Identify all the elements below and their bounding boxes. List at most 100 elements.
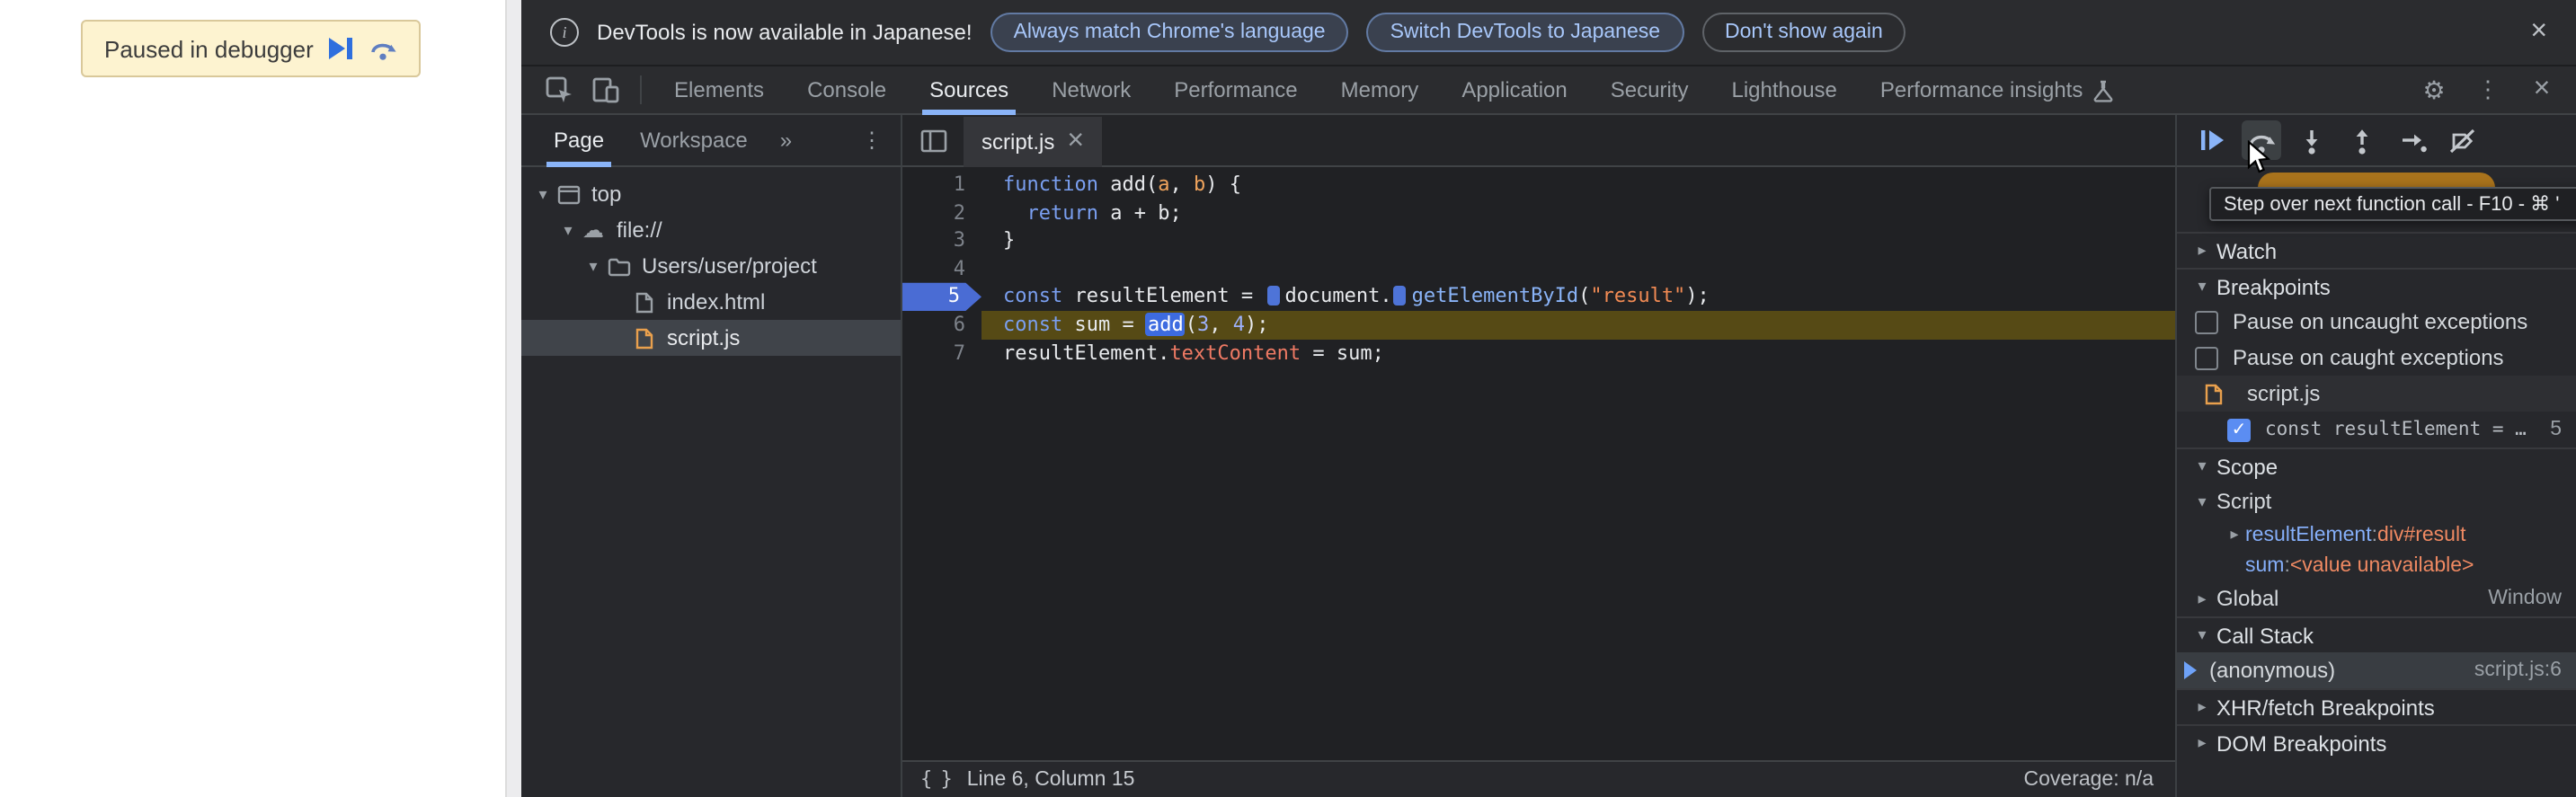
resume-script-icon[interactable] bbox=[329, 38, 353, 59]
navigator-menu-icon[interactable] bbox=[861, 128, 901, 153]
chevron-right-icon[interactable] bbox=[2224, 525, 2245, 545]
code-line-5[interactable]: const resultElement = document. getElemen… bbox=[982, 283, 2175, 311]
navigator-tab-workspace[interactable]: Workspace bbox=[626, 114, 762, 166]
more-options-icon[interactable] bbox=[2465, 66, 2511, 114]
call-stack-frame-current[interactable]: (anonymous) script.js:6 bbox=[2177, 652, 2576, 688]
page-scrollbar[interactable] bbox=[505, 0, 521, 797]
tree-item-file-scheme[interactable]: file:// bbox=[521, 212, 901, 248]
scope-var-resultelement[interactable]: resultElement : div#result bbox=[2177, 519, 2576, 550]
chevron-down-icon[interactable] bbox=[582, 256, 604, 276]
step-over-icon[interactable] bbox=[2242, 120, 2281, 160]
code-token: 3 bbox=[1196, 312, 1210, 336]
tab-security[interactable]: Security bbox=[1589, 66, 1710, 114]
device-toolbar-icon[interactable] bbox=[582, 66, 629, 114]
var-value: div#result bbox=[2377, 524, 2466, 545]
inspect-icon[interactable] bbox=[536, 66, 582, 114]
code-line-1[interactable]: function add(a, b) { bbox=[982, 171, 2175, 199]
always-match-language-button[interactable]: Always match Chrome's language bbox=[990, 13, 1349, 52]
tab-sources[interactable]: Sources bbox=[908, 66, 1030, 114]
code-token: textContent bbox=[1169, 341, 1301, 365]
var-name: sum bbox=[2245, 554, 2285, 576]
more-tabs-icon[interactable] bbox=[769, 128, 803, 153]
code-line-6-paused[interactable]: const sum = add (3, 4); bbox=[982, 310, 2175, 340]
pause-uncaught-exceptions-row[interactable]: Pause on uncaught exceptions bbox=[2177, 304, 2576, 340]
debugger-toolbar bbox=[2175, 115, 2576, 167]
chevron-down-icon[interactable] bbox=[532, 184, 554, 204]
gutter-line-6[interactable]: 6 bbox=[902, 311, 982, 339]
scope-global-group[interactable]: Global Window bbox=[2177, 580, 2576, 616]
dom-breakpoints-title: DOM Breakpoints bbox=[2216, 731, 2387, 756]
chevron-right-icon bbox=[2191, 697, 2213, 717]
devtools-close-icon[interactable] bbox=[2518, 66, 2565, 114]
gutter-line-5-breakpoint[interactable]: 5 bbox=[902, 282, 982, 311]
tree-item-indexhtml[interactable]: index.html bbox=[521, 284, 901, 320]
resume-icon[interactable] bbox=[2191, 120, 2231, 160]
tab-performance[interactable]: Performance bbox=[1152, 66, 1319, 114]
tab-network[interactable]: Network bbox=[1030, 66, 1152, 114]
tab-application[interactable]: Application bbox=[1440, 66, 1588, 114]
gutter-line-7[interactable]: 7 bbox=[902, 339, 982, 367]
breakpoints-section-header[interactable]: Breakpoints bbox=[2177, 268, 2576, 304]
pause-uncaught-checkbox[interactable] bbox=[2195, 310, 2218, 333]
editor-tab-close-icon[interactable] bbox=[1067, 125, 1084, 157]
code-token: ( bbox=[1185, 312, 1197, 336]
pretty-print-icon[interactable] bbox=[920, 768, 951, 792]
code-line-2[interactable]: return a + b; bbox=[982, 199, 2175, 226]
code-line-4[interactable] bbox=[982, 255, 2175, 283]
watch-section-title: Watch bbox=[2216, 238, 2278, 263]
step-out-icon[interactable] bbox=[2342, 120, 2382, 160]
switch-devtools-japanese-button[interactable]: Switch DevTools to Japanese bbox=[1366, 13, 1684, 52]
tree-item-scriptjs[interactable]: script.js bbox=[521, 320, 901, 356]
watch-section-header[interactable]: Watch bbox=[2177, 232, 2576, 268]
code-line-7[interactable]: resultElement.textContent = sum; bbox=[982, 339, 2175, 367]
scope-var-sum[interactable]: sum : <value unavailable> bbox=[2177, 550, 2576, 580]
code-line-3[interactable]: } bbox=[982, 226, 2175, 254]
breakpoint-line-number: 5 bbox=[2550, 419, 2562, 440]
flask-icon bbox=[2092, 78, 2113, 102]
tab-console[interactable]: Console bbox=[786, 66, 908, 114]
breakpoint-entry[interactable]: const resultElement = doc… 5 bbox=[2177, 412, 2576, 447]
scope-section-header[interactable]: Scope bbox=[2177, 447, 2576, 483]
frame-icon bbox=[554, 184, 582, 204]
inline-breakpoint-chip-icon[interactable] bbox=[1393, 286, 1407, 306]
step-into-icon[interactable] bbox=[2292, 120, 2332, 160]
inline-breakpoint-chip-icon[interactable] bbox=[1266, 286, 1280, 306]
devtools-infobar: DevTools is now available in Japanese! A… bbox=[521, 0, 2576, 66]
tree-item-project-folder[interactable]: Users/user/project bbox=[521, 248, 901, 284]
step-icon[interactable] bbox=[2393, 120, 2432, 160]
call-stack-section-header[interactable]: Call Stack bbox=[2177, 616, 2576, 652]
code-token: function bbox=[1003, 173, 1098, 196]
pause-caught-checkbox[interactable] bbox=[2195, 346, 2218, 369]
toggle-navigator-icon[interactable] bbox=[913, 120, 953, 160]
navigator-tab-page[interactable]: Page bbox=[539, 114, 618, 166]
breakpoint-checkbox-checked[interactable] bbox=[2227, 418, 2251, 441]
code-token: 4 bbox=[1232, 312, 1245, 336]
xhr-breakpoints-section-header[interactable]: XHR/fetch Breakpoints bbox=[2177, 688, 2576, 724]
pause-caught-exceptions-row[interactable]: Pause on caught exceptions bbox=[2177, 340, 2576, 376]
scope-script-group[interactable]: Script bbox=[2177, 483, 2576, 519]
code-token: document. bbox=[1284, 284, 1392, 308]
coverage-label[interactable]: Coverage: n/a bbox=[2024, 769, 2154, 791]
gutter-line-1[interactable]: 1 bbox=[902, 171, 982, 199]
editor-gutter: 1234567 bbox=[902, 171, 982, 367]
cursor-position-label: Line 6, Column 15 bbox=[966, 768, 1135, 791]
gutter-line-4[interactable]: 4 bbox=[902, 255, 982, 283]
tab-elements[interactable]: Elements bbox=[653, 66, 786, 114]
dom-breakpoints-section-header[interactable]: DOM Breakpoints bbox=[2177, 724, 2576, 760]
dont-show-again-button[interactable]: Don't show again bbox=[1701, 13, 1906, 52]
tab-performance-insights[interactable]: Performance insights bbox=[1859, 66, 2135, 114]
settings-gear-icon[interactable] bbox=[2411, 66, 2457, 114]
breakpoint-file-group[interactable]: script.js bbox=[2177, 376, 2576, 412]
tab-lighthouse[interactable]: Lighthouse bbox=[1710, 66, 1858, 114]
deactivate-breakpoints-icon[interactable] bbox=[2443, 120, 2483, 160]
chevron-down-icon[interactable] bbox=[557, 220, 579, 240]
step-over-icon[interactable] bbox=[369, 36, 398, 61]
editor-tab-scriptjs[interactable]: script.js bbox=[964, 116, 1103, 166]
infobar-close-icon[interactable] bbox=[2530, 18, 2554, 47]
gutter-line-2[interactable]: 2 bbox=[902, 199, 982, 226]
browser-page: Paused in debugger bbox=[0, 0, 521, 797]
tab-memory[interactable]: Memory bbox=[1319, 66, 1441, 114]
gutter-line-3[interactable]: 3 bbox=[902, 226, 982, 254]
tree-item-top[interactable]: top bbox=[521, 176, 901, 212]
